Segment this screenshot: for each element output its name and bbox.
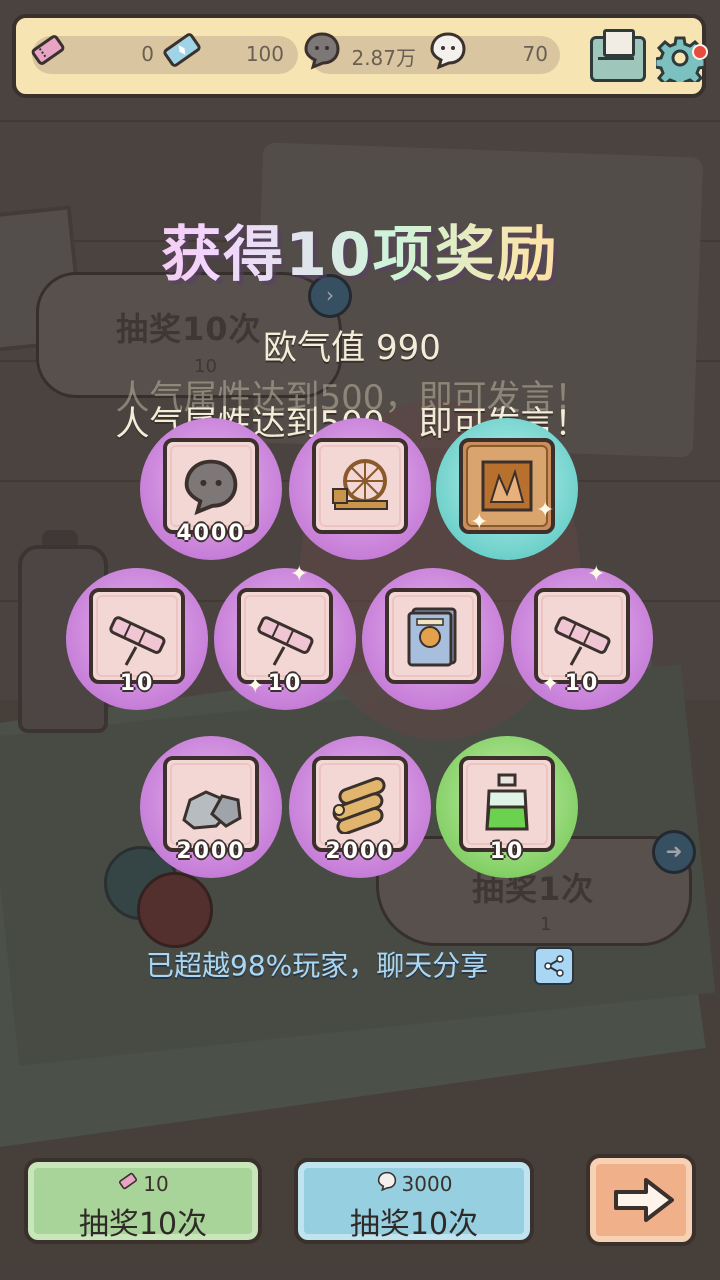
reward-qty: 10 (564, 671, 600, 696)
reward-item[interactable]: 10 (436, 736, 578, 878)
mail-icon[interactable] (590, 29, 646, 82)
arrow-right-icon (614, 1178, 674, 1222)
reward-item[interactable]: ✦ ✦ (436, 418, 578, 560)
draw10-ticket-button[interactable]: 10 抽奖10次 (24, 1158, 262, 1244)
green-potion-icon (466, 763, 548, 845)
blue-ticket-icon (160, 28, 204, 72)
reward-qty: 4000 (176, 521, 246, 546)
draw10-ticket-cost: 10 (143, 1171, 169, 1196)
reward-qty: 2000 (176, 839, 246, 864)
draw10-ticket-label: 抽奖10次 (78, 1207, 208, 1242)
draw10-bubble-button[interactable]: 3000 抽奖10次 (294, 1158, 534, 1244)
reward-item[interactable] (362, 568, 504, 710)
white-bubble-icon (376, 1170, 398, 1197)
reward-qty: 10 (267, 671, 303, 696)
sparkle-icon: ✦ (470, 510, 489, 535)
share-icon[interactable] (534, 947, 574, 985)
ticket-icon (117, 1170, 139, 1197)
stone-icon (170, 763, 252, 845)
reward-qty: 2000 (325, 839, 395, 864)
next-button[interactable] (586, 1154, 696, 1246)
reward-item[interactable] (289, 418, 431, 560)
telescope-icon (244, 595, 326, 677)
white-bubble-count: 70 (522, 42, 548, 66)
sparkle-icon: ✦ (587, 562, 606, 587)
reward-item[interactable]: 4000 (140, 418, 282, 560)
sparkle-icon: ✦ (541, 672, 560, 697)
sparkle-icon: ✦ (246, 674, 265, 699)
wood-logs-icon (319, 763, 401, 845)
telescope-icon (541, 595, 623, 677)
share-text[interactable]: 已超越98%玩家，聊天分享 (146, 944, 488, 984)
telescope-icon (96, 595, 178, 677)
dark-bubble-icon (170, 445, 252, 527)
blue-ticket-count: 100 (245, 42, 284, 66)
dark-bubble-count: 2.87万 (351, 46, 416, 70)
reward-item[interactable]: 2000 (140, 736, 282, 878)
ticket-icon (26, 28, 70, 72)
reward-qty: 10 (489, 839, 525, 864)
reward-title: 获得10项奖励 (0, 206, 720, 293)
ticket-count: 0 (141, 42, 154, 66)
sparkle-icon: ✦ (290, 562, 309, 587)
reward-item[interactable]: 2000 (289, 736, 431, 878)
spellbook-icon (392, 595, 474, 677)
dark-bubble-icon (300, 28, 344, 72)
draw10-bubble-label: 抽奖10次 (349, 1207, 479, 1242)
spinning-wheel-icon (319, 445, 401, 527)
luck-value: 欧气值 990 (263, 328, 441, 368)
white-bubble-icon (426, 28, 470, 72)
notification-dot (692, 44, 708, 60)
draw10-bubble-cost: 3000 (401, 1171, 453, 1196)
reward-item[interactable]: 10 ✦ ✦ (214, 562, 356, 710)
reward-item[interactable]: 10 (66, 568, 208, 710)
sparkle-icon: ✦ (536, 498, 555, 523)
reward-qty: 10 (119, 671, 155, 696)
resource-bar: 0 100 2.87万 70 (12, 14, 708, 98)
reward-item[interactable]: 10 ✦ ✦ (511, 562, 653, 710)
